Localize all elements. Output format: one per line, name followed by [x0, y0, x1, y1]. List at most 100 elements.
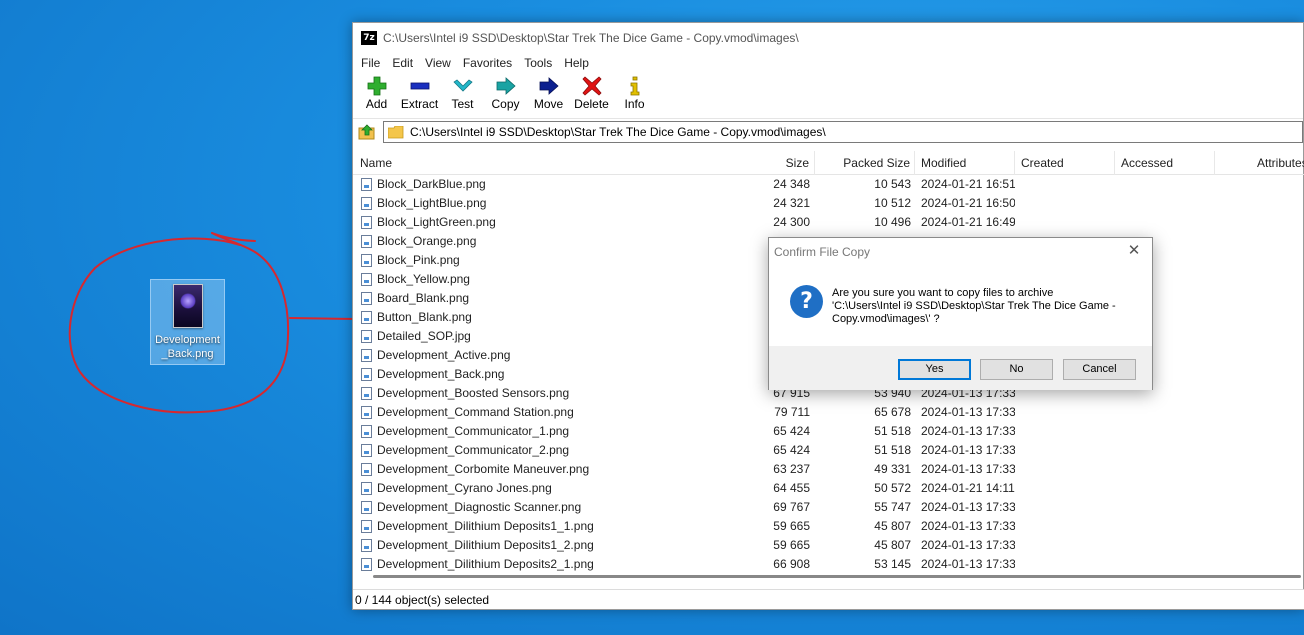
toolbar-label: Info — [624, 97, 645, 111]
plus-icon — [367, 76, 386, 96]
copy-arrow-icon — [496, 77, 516, 95]
move-button[interactable]: Move — [527, 73, 570, 117]
file-name-cell: Block_Pink.png — [353, 251, 715, 270]
packed-size-cell: 55 747 — [874, 500, 911, 514]
file-name: Block_LightGreen.png — [377, 215, 496, 229]
extract-button[interactable]: Extract — [398, 73, 441, 117]
dialog-body: ? Are you sure you want to copy files to… — [769, 266, 1152, 346]
table-row[interactable]: Development_Command Station.png 79 711 65 … — [353, 403, 1304, 422]
minus-icon — [410, 82, 429, 90]
desktop-file-icon[interactable]: Development _Back.png — [150, 279, 225, 365]
file-name: Development_Communicator_2.png — [377, 443, 570, 457]
modified-date-cell: 2024-01-13 17:33 — [921, 424, 1015, 438]
add-button[interactable]: Add — [355, 73, 398, 117]
modified-date-cell: 2024-01-21 16:50 — [921, 196, 1015, 210]
dialog-message: Are you sure you want to copy files to a… — [832, 287, 1116, 325]
dialog-titlebar[interactable]: Confirm File Copy ✕ — [769, 238, 1152, 266]
menu-favorites[interactable]: Favorites — [457, 56, 518, 70]
table-row[interactable]: Block_DarkBlue.png 24 348 10 543 2024-01-21… — [353, 175, 1304, 194]
address-path-text: C:\Users\Intel i9 SSD\Desktop\Star Trek … — [410, 125, 826, 139]
table-row[interactable]: Block_LightBlue.png 24 321 10 512 2024-01-2… — [353, 194, 1304, 213]
table-row[interactable]: Block_LightGreen.png 24 300 10 496 2024-01-… — [353, 213, 1304, 232]
file-size-cell: 59 665 — [773, 519, 810, 533]
info-button[interactable]: Info — [613, 73, 656, 117]
menu-file[interactable]: File — [355, 56, 386, 70]
desktop-file-label: Development _Back.png — [155, 334, 220, 360]
delete-button[interactable]: Delete — [570, 73, 613, 117]
file-icon — [361, 520, 372, 533]
test-button[interactable]: Test — [441, 73, 484, 117]
modified-date-cell: 2024-01-21 14:11 — [921, 481, 1015, 495]
image-thumbnail-icon — [172, 284, 203, 328]
toolbar: Add Extract Test Copy Move Delete Info — [353, 73, 1303, 119]
column-header-attributes[interactable]: Attributes — [1215, 151, 1304, 175]
yes-button[interactable]: Yes — [898, 359, 971, 380]
dialog-title: Confirm File Copy — [774, 245, 871, 259]
horizontal-scrollbar[interactable] — [369, 569, 1304, 585]
modified-date-cell: 2024-01-21 16:51 — [921, 177, 1015, 191]
file-name-cell: Development_Active.png — [353, 346, 715, 365]
file-name: Button_Blank.png — [377, 310, 472, 324]
file-icon — [361, 292, 372, 305]
table-row[interactable]: Development_Communicator_2.png 65 424 51 5… — [353, 441, 1304, 460]
file-name-cell: Development_Corbomite Maneuver.png — [353, 460, 715, 479]
check-icon — [452, 79, 473, 92]
file-name-cell: Development_Back.png — [353, 365, 715, 384]
menu-help[interactable]: Help — [558, 56, 595, 70]
file-size-cell: 64 455 — [773, 481, 810, 495]
file-name: Development_Active.png — [377, 348, 511, 362]
file-size-cell: 79 711 — [774, 405, 810, 419]
folder-icon — [388, 125, 404, 138]
file-name-cell: Board_Blank.png — [353, 289, 715, 308]
table-row[interactable]: Development_Dilithium Deposits1_1.png 59 … — [353, 517, 1304, 536]
column-header-modified[interactable]: Modified — [915, 151, 1015, 175]
file-name-cell: Block_LightGreen.png — [353, 213, 715, 232]
table-row[interactable]: Development_Cyrano Jones.png 64 455 50 572… — [353, 479, 1304, 498]
no-button[interactable]: No — [980, 359, 1053, 380]
scrollbar-thumb[interactable] — [373, 575, 1301, 578]
address-path-field[interactable]: C:\Users\Intel i9 SSD\Desktop\Star Trek … — [383, 121, 1303, 143]
file-name: Development_Boosted Sensors.png — [377, 386, 570, 400]
delete-x-icon — [581, 76, 602, 96]
table-row[interactable]: Development_Diagnostic Scanner.png 69 767… — [353, 498, 1304, 517]
table-row[interactable]: Development_Corbomite Maneuver.png 63 237… — [353, 460, 1304, 479]
modified-date-cell: 2024-01-13 17:33 — [921, 405, 1015, 419]
table-row[interactable]: Development_Communicator_1.png 65 424 51 5… — [353, 422, 1304, 441]
menu-view[interactable]: View — [419, 56, 457, 70]
file-icon — [361, 501, 372, 514]
menu-edit[interactable]: Edit — [386, 56, 419, 70]
file-size-cell: 24 300 — [773, 215, 810, 229]
file-icon — [361, 349, 372, 362]
menu-tools[interactable]: Tools — [518, 56, 558, 70]
packed-size-cell: 10 512 — [874, 196, 911, 210]
file-icon — [361, 254, 372, 267]
modified-date-cell: 2024-01-13 17:33 — [921, 500, 1015, 514]
confirm-file-copy-dialog: Confirm File Copy ✕ ? Are you sure you w… — [768, 237, 1153, 390]
cancel-button[interactable]: Cancel — [1063, 359, 1136, 380]
column-header-created[interactable]: Created — [1015, 151, 1115, 175]
file-size-cell: 63 237 — [773, 462, 810, 476]
packed-size-cell: 50 572 — [874, 481, 911, 495]
info-icon — [630, 76, 639, 96]
file-list-header: Name Size Packed Size Modified Created Access… — [353, 151, 1304, 175]
file-name-cell: Block_DarkBlue.png — [353, 175, 715, 194]
table-row[interactable]: Development_Dilithium Deposits1_2.png 59 … — [353, 536, 1304, 555]
file-icon — [361, 425, 372, 438]
up-folder-button[interactable] — [357, 122, 377, 142]
packed-size-cell: 65 678 — [874, 405, 911, 419]
file-size-cell: 24 321 — [773, 196, 810, 210]
column-header-packed-size[interactable]: Packed Size — [815, 151, 915, 175]
toolbar-label: Extract — [400, 97, 439, 111]
column-header-name[interactable]: Name — [353, 151, 715, 175]
file-name-cell: Development_Dilithium Deposits1_2.png — [353, 536, 715, 555]
column-header-accessed[interactable]: Accessed — [1115, 151, 1215, 175]
copy-button[interactable]: Copy — [484, 73, 527, 117]
7zip-app-icon: 7z — [361, 31, 377, 45]
column-header-size[interactable]: Size — [715, 151, 815, 175]
close-icon[interactable]: ✕ — [1126, 243, 1142, 259]
file-icon — [361, 273, 372, 286]
packed-size-cell: 10 543 — [874, 177, 911, 191]
window-titlebar[interactable]: 7z C:\Users\Intel i9 SSD\Desktop\Star Tr… — [353, 23, 1303, 53]
file-name-cell: Development_Diagnostic Scanner.png — [353, 498, 715, 517]
file-icon — [361, 216, 372, 229]
